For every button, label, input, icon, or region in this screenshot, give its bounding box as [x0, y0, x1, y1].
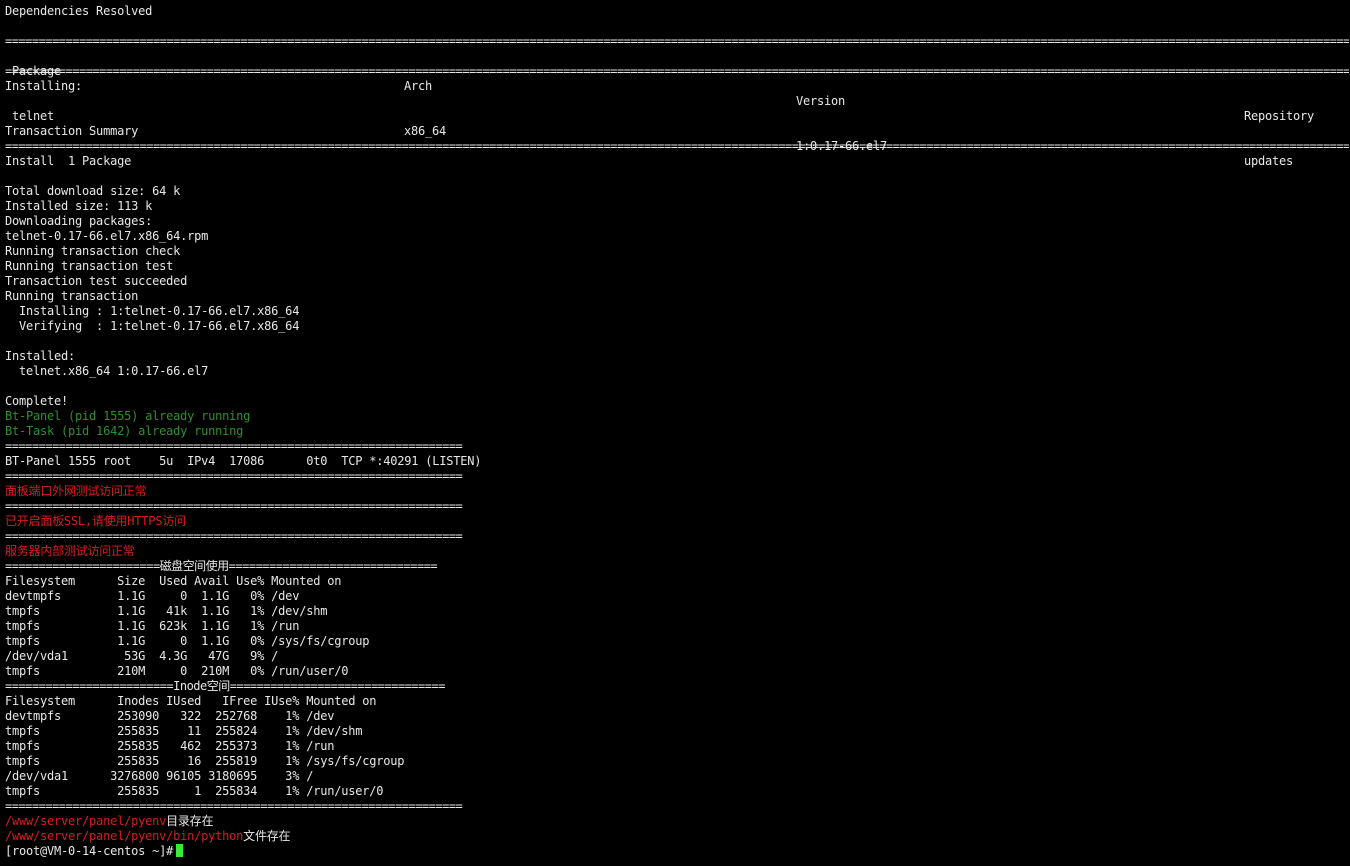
disk-row: devtmpfs 1.1G 0 1.1G 0% /dev	[5, 589, 300, 603]
package-arch: x86_64	[404, 124, 447, 138]
pyenv-dir-path: /www/server/panel/pyenv	[5, 814, 167, 828]
inode-row: devtmpfs 253090 322 252768 1% /dev	[5, 709, 335, 723]
log-line: Running transaction	[5, 289, 139, 303]
install-count-line: Install 1 Package	[5, 154, 132, 168]
inode-row: tmpfs 255835 11 255824 1% /dev/shm	[5, 724, 363, 738]
log-line: Installed size: 113 k	[5, 199, 153, 213]
inode-row: tmpfs 255835 16 255819 1% /sys/fs/cgroup	[5, 754, 405, 768]
transaction-summary-title: Transaction Summary	[5, 124, 139, 138]
complete-line: Complete!	[5, 394, 69, 408]
shell-prompt: [root@VM-0-14-centos ~]#	[5, 844, 174, 858]
installing-label: Installing:	[5, 79, 83, 93]
log-line: Downloading packages:	[5, 214, 153, 228]
separator-rule: ========================================…	[5, 499, 463, 513]
pyenv-dir-line: /www/server/panel/pyenv目录存在	[5, 814, 213, 829]
disk-row: tmpfs 1.1G 41k 1.1G 1% /dev/shm	[5, 604, 328, 618]
terminal-window[interactable]: Dependencies Resolved ==================…	[0, 0, 1350, 866]
external-access-message: 面板端口外网测试访问正常	[5, 484, 147, 498]
log-line: Verifying : 1:telnet-0.17-66.el7.x86_64	[5, 319, 300, 333]
inode-header-row: Filesystem Inodes IUsed IFree IUse% Moun…	[5, 694, 377, 708]
log-line: Installing : 1:telnet-0.17-66.el7.x86_64	[5, 304, 300, 318]
package-row: telnet x86_64 1:0.17-66.el7 updates	[5, 94, 1345, 168]
ssl-message: 已开启面板SSL,请使用HTTPS访问	[5, 514, 186, 528]
inode-title-rule: =========================Inode空间========…	[5, 679, 445, 693]
log-line: telnet-0.17-66.el7.x86_64.rpm	[5, 229, 209, 243]
disk-row: tmpfs 210M 0 210M 0% /run/user/0	[5, 664, 349, 678]
separator-rule: ========================================…	[5, 64, 1349, 78]
text-cursor[interactable]	[176, 844, 184, 857]
log-line: Running transaction test	[5, 259, 174, 273]
installed-label: Installed:	[5, 349, 76, 363]
disk-row: tmpfs 1.1G 0 1.1G 0% /sys/fs/cgroup	[5, 634, 370, 648]
inode-row: tmpfs 255835 462 255373 1% /run	[5, 739, 335, 753]
bt-task-status: Bt-Task (pid 1642) already running	[5, 424, 244, 438]
column-header-repository: Repository	[1244, 109, 1315, 123]
inode-row: tmpfs 255835 1 255834 1% /run/user/0	[5, 784, 384, 798]
package-name: telnet	[5, 109, 55, 123]
pyenv-python-path: /www/server/panel/pyenv/bin/python	[5, 829, 244, 843]
separator-rule: ========================================…	[5, 139, 1349, 153]
column-header-arch: Arch	[404, 79, 433, 93]
disk-header-row: Filesystem Size Used Avail Use% Mounted …	[5, 574, 342, 588]
log-line: Running transaction check	[5, 244, 181, 258]
internal-access-message: 服务器内部测试访问正常	[5, 544, 135, 558]
shell-prompt-line[interactable]: [root@VM-0-14-centos ~]#	[5, 844, 184, 859]
bt-panel-status: Bt-Panel (pid 1555) already running	[5, 409, 251, 423]
separator-rule: ========================================…	[5, 34, 1349, 48]
package-repository: updates	[1244, 154, 1294, 168]
separator-rule: ========================================…	[5, 529, 463, 543]
pyenv-dir-status: 目录存在	[166, 814, 214, 828]
deps-resolved-line: Dependencies Resolved	[5, 4, 153, 18]
inode-row: /dev/vda1 3276800 96105 3180695 3% /	[5, 769, 314, 783]
disk-row: /dev/vda1 53G 4.3G 47G 9% /	[5, 649, 279, 663]
installed-item: telnet.x86_64 1:0.17-66.el7	[5, 364, 209, 378]
separator-rule: ========================================…	[5, 469, 463, 483]
package-table-header: Package Arch Version Repository	[5, 49, 1345, 123]
pyenv-python-status: 文件存在	[243, 829, 291, 843]
log-line: Transaction test succeeded	[5, 274, 188, 288]
disk-row: tmpfs 1.1G 623k 1.1G 1% /run	[5, 619, 300, 633]
separator-rule: ========================================…	[5, 439, 463, 453]
separator-rule: ========================================…	[5, 799, 463, 813]
log-line: Total download size: 64 k	[5, 184, 181, 198]
disk-usage-title-rule: =======================磁盘空间使用===========…	[5, 559, 438, 573]
lsof-line: BT-Panel 1555 root 5u IPv4 17086 0t0 TCP…	[5, 454, 482, 468]
pyenv-python-line: /www/server/panel/pyenv/bin/python文件存在	[5, 829, 291, 844]
